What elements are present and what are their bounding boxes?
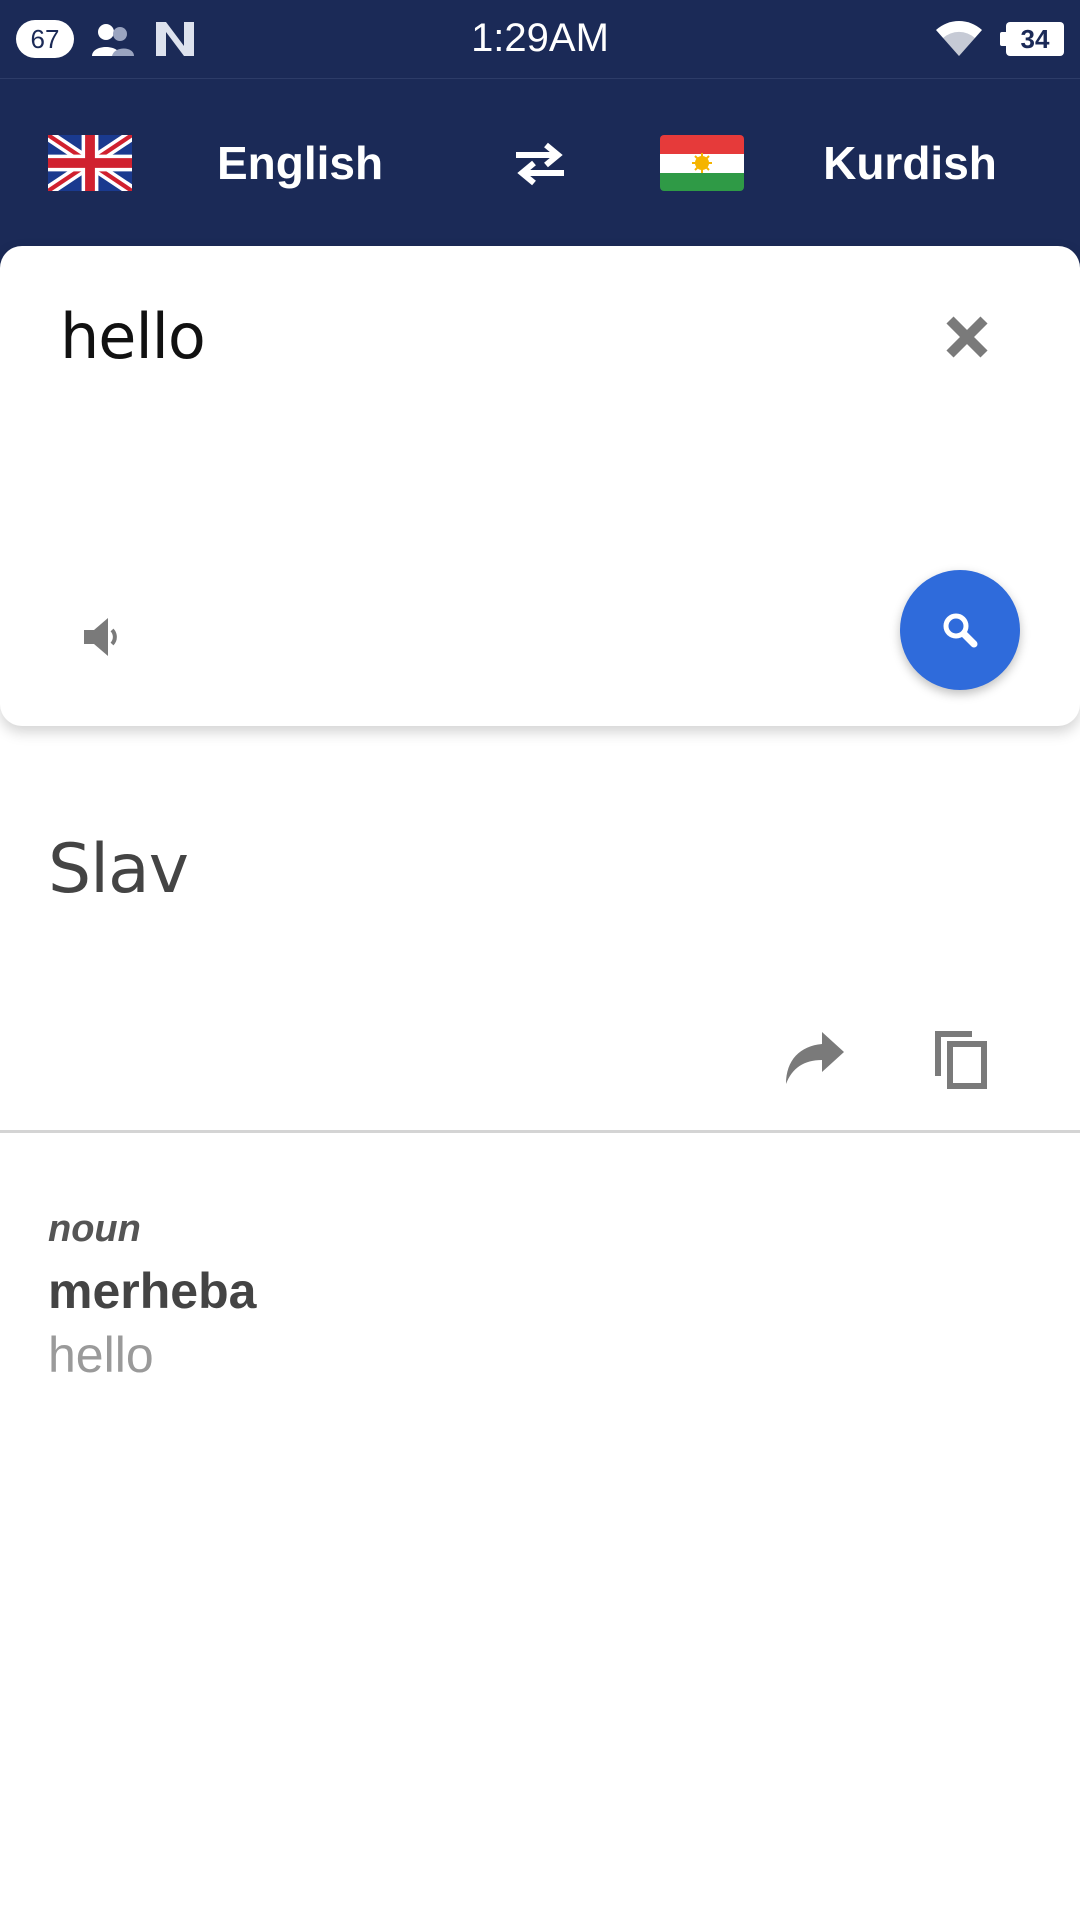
- speaker-icon[interactable]: [82, 616, 124, 658]
- part-of-speech-label: noun: [48, 1208, 141, 1250]
- wifi-icon: [936, 21, 982, 56]
- swap-languages-icon[interactable]: [508, 139, 572, 189]
- search-button[interactable]: [900, 570, 1020, 690]
- clear-icon[interactable]: [944, 314, 990, 360]
- share-icon[interactable]: [782, 1030, 846, 1086]
- search-icon: [943, 613, 978, 648]
- input-card: hello: [0, 246, 1080, 726]
- kurdistan-flag-icon[interactable]: [660, 135, 744, 191]
- battery-level: 34: [1006, 22, 1064, 56]
- status-bar: 67 1:29AM 34: [0, 0, 1080, 78]
- dictionary-gloss: hello: [48, 1327, 154, 1383]
- battery-icon: 34: [1000, 22, 1064, 56]
- status-time: 1:29AM: [471, 16, 609, 60]
- translation-result: Slav: [48, 830, 189, 909]
- copy-icon[interactable]: [932, 1028, 988, 1090]
- divider: [0, 1130, 1080, 1133]
- source-language-button[interactable]: English: [200, 135, 400, 191]
- dictionary-word: merheba: [48, 1263, 257, 1319]
- uk-flag-icon[interactable]: [48, 135, 132, 191]
- target-language-button[interactable]: Kurdish: [810, 135, 1010, 191]
- source-text-input[interactable]: hello: [60, 300, 206, 373]
